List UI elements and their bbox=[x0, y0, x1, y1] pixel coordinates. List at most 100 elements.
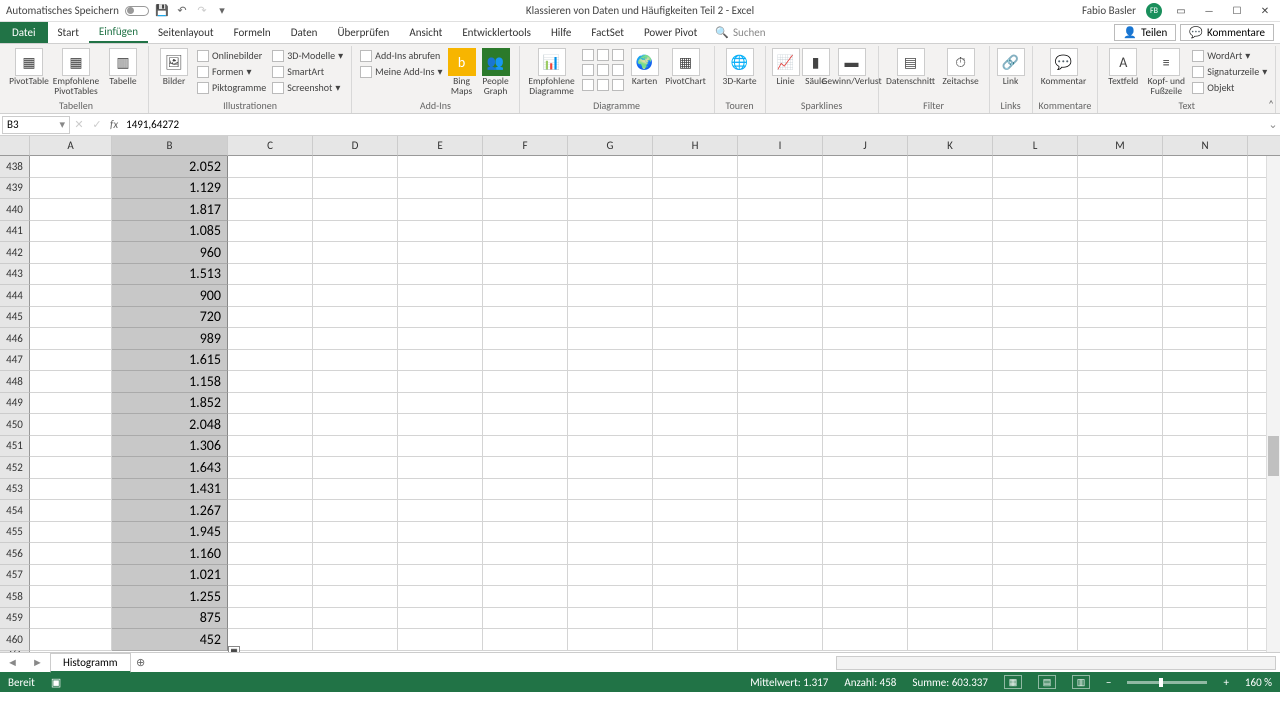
col-header-F[interactable]: F bbox=[483, 136, 568, 156]
sheet-tab-histogramm[interactable]: Histogramm bbox=[50, 653, 131, 673]
cell-C460[interactable] bbox=[228, 629, 313, 651]
cell-F447[interactable] bbox=[483, 350, 568, 372]
row-header[interactable]: 459 bbox=[0, 608, 30, 630]
cell-M458[interactable] bbox=[1078, 586, 1163, 608]
cell-J441[interactable] bbox=[823, 221, 908, 243]
cell-D439[interactable] bbox=[313, 178, 398, 200]
cell-E448[interactable] bbox=[398, 371, 483, 393]
cell-L460[interactable] bbox=[993, 629, 1078, 651]
cell-D448[interactable] bbox=[313, 371, 398, 393]
cell-M450[interactable] bbox=[1078, 414, 1163, 436]
zoom-level[interactable]: 160 % bbox=[1245, 676, 1272, 689]
cell-N452[interactable] bbox=[1163, 457, 1248, 479]
cell-J451[interactable] bbox=[823, 436, 908, 458]
3d-models-button[interactable]: 3D-Modelle ▾ bbox=[270, 48, 345, 63]
cell-C447[interactable] bbox=[228, 350, 313, 372]
cell-L451[interactable] bbox=[993, 436, 1078, 458]
cell-I453[interactable] bbox=[738, 479, 823, 501]
cell-G455[interactable] bbox=[568, 522, 653, 544]
cell-I439[interactable] bbox=[738, 178, 823, 200]
fx-icon[interactable]: fx bbox=[106, 118, 122, 131]
cell-E459[interactable] bbox=[398, 608, 483, 630]
cell-H459[interactable] bbox=[653, 608, 738, 630]
cell-B451[interactable]: 1.306 bbox=[112, 436, 228, 458]
cell-J445[interactable] bbox=[823, 307, 908, 329]
cell-A438[interactable] bbox=[30, 156, 112, 178]
cell-C455[interactable] bbox=[228, 522, 313, 544]
cell-F457[interactable] bbox=[483, 565, 568, 587]
zoom-slider[interactable] bbox=[1127, 681, 1207, 684]
cell-L452[interactable] bbox=[993, 457, 1078, 479]
cell-A439[interactable] bbox=[30, 178, 112, 200]
wordart-button[interactable]: WordArt ▾ bbox=[1190, 48, 1269, 63]
close-icon[interactable]: ✕ bbox=[1256, 4, 1274, 18]
people-graph-button[interactable]: 👥People Graph bbox=[479, 46, 513, 99]
cell-A460[interactable] bbox=[30, 629, 112, 651]
row-header[interactable]: 455 bbox=[0, 522, 30, 544]
cell-G439[interactable] bbox=[568, 178, 653, 200]
cell-C442[interactable] bbox=[228, 242, 313, 264]
get-addins-button[interactable]: Add-Ins abrufen bbox=[358, 48, 444, 63]
row-header[interactable]: 456 bbox=[0, 543, 30, 565]
cell-L448[interactable] bbox=[993, 371, 1078, 393]
timeline-button[interactable]: ⏱Zeitachse bbox=[939, 46, 983, 99]
cell-H447[interactable] bbox=[653, 350, 738, 372]
cell-F453[interactable] bbox=[483, 479, 568, 501]
cell-E444[interactable] bbox=[398, 285, 483, 307]
cell-A454[interactable] bbox=[30, 500, 112, 522]
cell-A452[interactable] bbox=[30, 457, 112, 479]
cell-H456[interactable] bbox=[653, 543, 738, 565]
cell-H453[interactable] bbox=[653, 479, 738, 501]
zoom-out-icon[interactable]: − bbox=[1106, 676, 1111, 689]
cell-C439[interactable] bbox=[228, 178, 313, 200]
cell-J444[interactable] bbox=[823, 285, 908, 307]
cell-F448[interactable] bbox=[483, 371, 568, 393]
sparkline-column-button[interactable]: ▮Säule bbox=[802, 46, 830, 99]
cell-H460[interactable] bbox=[653, 629, 738, 651]
cell-G440[interactable] bbox=[568, 199, 653, 221]
cell-J456[interactable] bbox=[823, 543, 908, 565]
cell-N441[interactable] bbox=[1163, 221, 1248, 243]
cell-B456[interactable]: 1.160 bbox=[112, 543, 228, 565]
row-header[interactable]: 458 bbox=[0, 586, 30, 608]
cell-K460[interactable] bbox=[908, 629, 993, 651]
cell-K452[interactable] bbox=[908, 457, 993, 479]
cell-E446[interactable] bbox=[398, 328, 483, 350]
cell-I458[interactable] bbox=[738, 586, 823, 608]
cell-B439[interactable]: 1.129 bbox=[112, 178, 228, 200]
cell-E450[interactable] bbox=[398, 414, 483, 436]
minimize-icon[interactable]: — bbox=[1200, 4, 1218, 18]
comment-button[interactable]: 💬Kommentar bbox=[1039, 46, 1089, 99]
cell-C448[interactable] bbox=[228, 371, 313, 393]
undo-icon[interactable]: ↶ bbox=[175, 4, 189, 18]
cell-C451[interactable] bbox=[228, 436, 313, 458]
cell-J454[interactable] bbox=[823, 500, 908, 522]
cell-B450[interactable]: 2.048 bbox=[112, 414, 228, 436]
cell-E441[interactable] bbox=[398, 221, 483, 243]
cell-A444[interactable] bbox=[30, 285, 112, 307]
save-icon[interactable]: 💾 bbox=[155, 4, 169, 18]
cell-D459[interactable] bbox=[313, 608, 398, 630]
cell-I441[interactable] bbox=[738, 221, 823, 243]
cell-B449[interactable]: 1.852 bbox=[112, 393, 228, 415]
cell-G451[interactable] bbox=[568, 436, 653, 458]
cell-F459[interactable] bbox=[483, 608, 568, 630]
cell-B452[interactable]: 1.643 bbox=[112, 457, 228, 479]
cell-E460[interactable] bbox=[398, 629, 483, 651]
view-pagebreak-icon[interactable]: ▥ bbox=[1072, 675, 1090, 689]
cell-K456[interactable] bbox=[908, 543, 993, 565]
shapes-button[interactable]: Formen ▾ bbox=[195, 64, 268, 79]
cell-B455[interactable]: 1.945 bbox=[112, 522, 228, 544]
col-header-H[interactable]: H bbox=[653, 136, 738, 156]
cell-K447[interactable] bbox=[908, 350, 993, 372]
cell-M454[interactable] bbox=[1078, 500, 1163, 522]
tab-factset[interactable]: FactSet bbox=[581, 22, 634, 43]
link-button[interactable]: 🔗Link bbox=[996, 46, 1026, 99]
cell-J455[interactable] bbox=[823, 522, 908, 544]
signature-button[interactable]: Signaturzeile ▾ bbox=[1190, 64, 1269, 79]
col-header-O[interactable]: O bbox=[1248, 136, 1280, 156]
cell-J449[interactable] bbox=[823, 393, 908, 415]
cell-K454[interactable] bbox=[908, 500, 993, 522]
vertical-scrollbar[interactable] bbox=[1266, 156, 1280, 652]
cell-G445[interactable] bbox=[568, 307, 653, 329]
